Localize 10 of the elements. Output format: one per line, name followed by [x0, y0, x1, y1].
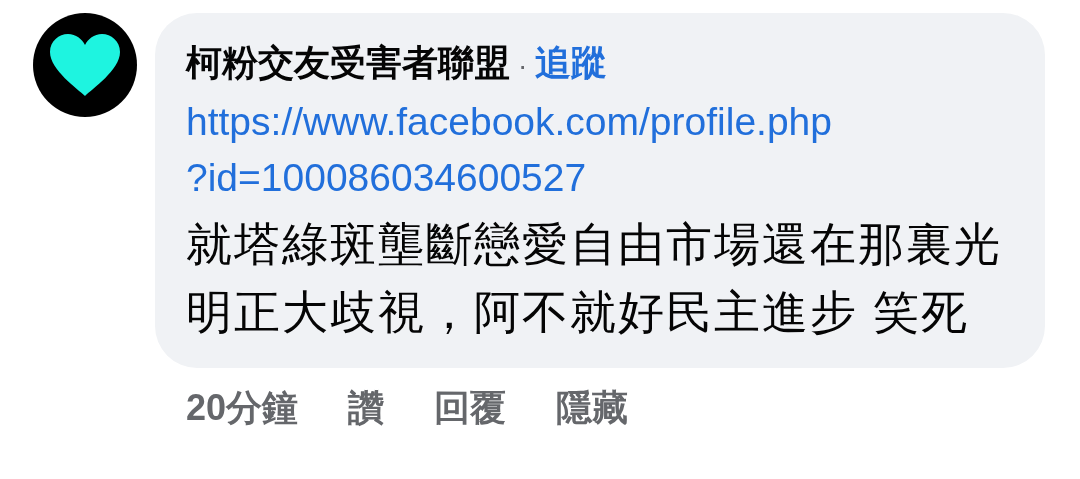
timestamp: 20分鐘 — [186, 386, 299, 430]
comment-text: 就塔綠斑壟斷戀愛自由市場還在那裏光明正大歧視，阿不就好民主進步 笑死 — [186, 217, 1003, 340]
profile-link[interactable]: https://www.facebook.com/profile.php ?id=100086034600527 — [186, 94, 832, 206]
separator: · — [518, 50, 528, 82]
heart-icon — [48, 32, 122, 98]
action-link[interactable]: 回覆 — [434, 384, 507, 433]
action-link[interactable]: 讚 — [348, 384, 385, 433]
action-link[interactable]: 隱藏 — [556, 384, 629, 433]
follow-link[interactable]: 追蹤 — [535, 39, 608, 88]
author-name[interactable]: 柯粉交友受害者聯盟 — [186, 39, 510, 88]
